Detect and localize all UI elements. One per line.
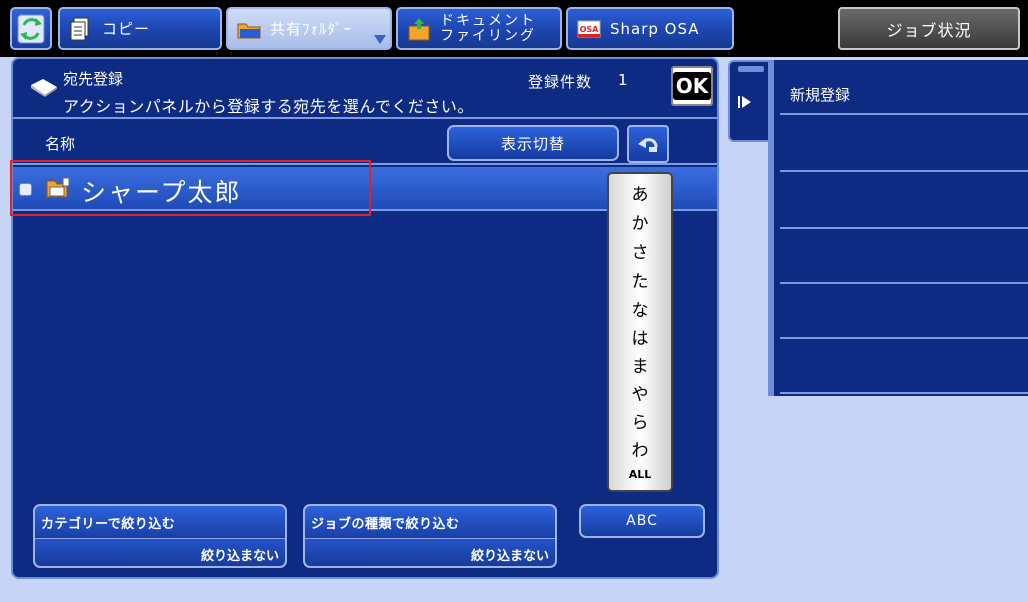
registration-count-label: 登録件数 [528, 73, 593, 91]
job-type-filter-button[interactable]: ジョブの種類で絞り込む 絞り込まない [303, 504, 557, 568]
display-switch-button[interactable]: 表示切替 [447, 125, 619, 161]
tab-document-filing-line1: ドキュメント [440, 12, 536, 29]
kana-index-item[interactable]: た [609, 267, 671, 292]
kana-index-item[interactable]: わ [609, 436, 671, 461]
tab-document-filing-label: ドキュメント ファイリング [440, 12, 536, 44]
ok-label: OK [672, 72, 712, 100]
panel-header: 宛先登録 アクションパネルから登録する宛先を選んでください。 登録件数 1 OK [13, 59, 717, 119]
kana-index-item[interactable]: あ [609, 180, 671, 205]
svg-text:OSA: OSA [580, 25, 600, 34]
kana-index-item[interactable]: か [609, 209, 671, 234]
address-book-icon [31, 79, 57, 97]
kana-index-item[interactable]: や [609, 380, 671, 405]
undo-arrow-icon [638, 138, 658, 152]
copy-icon [70, 17, 89, 40]
tab-document-filing[interactable]: ドキュメント ファイリング [396, 7, 562, 50]
action-new-registration[interactable]: 新規登録 [780, 60, 1028, 115]
top-bar: コピー 共有ﾌｫﾙﾀﾞｰ ドキュメント ファイリング OSA Sharp OSA … [0, 0, 1028, 57]
kana-index-item[interactable]: な [609, 296, 671, 321]
tab-sharp-osa-label: Sharp OSA [610, 19, 700, 38]
kana-index-item[interactable]: ま [609, 352, 671, 377]
tab-copy-label: コピー [102, 20, 151, 38]
column-name-header: 名称 [45, 135, 76, 153]
panel-grip-icon [738, 66, 764, 72]
osa-icon: OSA [577, 20, 601, 37]
ok-button[interactable]: OK [671, 66, 713, 106]
tab-shared-folder[interactable]: 共有ﾌｫﾙﾀﾞｰ [226, 7, 392, 50]
dropdown-triangle-icon [374, 35, 386, 44]
refresh-home-icon [17, 14, 45, 44]
abc-index-button[interactable]: ABC [579, 504, 705, 538]
action-item [780, 174, 1028, 229]
tab-shared-folder-label: 共有ﾌｫﾙﾀﾞｰ [270, 20, 353, 38]
kana-index-item[interactable]: さ [609, 238, 671, 263]
tab-document-filing-line2: ファイリング [440, 27, 536, 44]
action-panel: 新規登録 [768, 60, 1028, 396]
kana-index-item[interactable]: は [609, 324, 671, 349]
kana-index-item[interactable]: ら [609, 408, 671, 433]
action-panel-toggle[interactable] [728, 60, 770, 142]
action-item [780, 284, 1028, 339]
shared-folder-icon [237, 23, 261, 38]
back-button[interactable] [627, 125, 669, 163]
tab-copy[interactable]: コピー [58, 7, 222, 50]
category-filter-button[interactable]: カテゴリーで絞り込む 絞り込まない [33, 504, 287, 568]
action-item [780, 339, 1028, 394]
job-type-filter-label: ジョブの種類で絞り込む [305, 506, 555, 538]
address-registration-panel: 宛先登録 アクションパネルから登録する宛先を選んでください。 登録件数 1 OK… [11, 57, 719, 579]
tab-sharp-osa[interactable]: OSA Sharp OSA [566, 7, 734, 50]
kana-index-bar[interactable]: あ か さ た な は ま や ら わ ALL [607, 172, 673, 492]
expand-bar-icon [738, 96, 740, 108]
page-title: 宛先登録 [63, 70, 124, 88]
registration-count-value: 1 [618, 71, 628, 89]
kana-index-all[interactable]: ALL [609, 468, 671, 481]
home-button[interactable] [10, 7, 52, 50]
job-type-filter-value: 絞り込まない [305, 538, 555, 566]
category-filter-value: 絞り込まない [35, 538, 285, 566]
expand-arrow-icon [742, 96, 751, 108]
action-item [780, 229, 1028, 284]
action-item [780, 117, 1028, 172]
list-column-header: 名称 表示切替 [13, 121, 717, 165]
selection-highlight-box [10, 160, 371, 216]
instruction-message: アクションパネルから登録する宛先を選んでください。 [63, 97, 474, 116]
document-filing-icon [408, 17, 430, 40]
category-filter-label: カテゴリーで絞り込む [35, 506, 285, 538]
job-status-button[interactable]: ジョブ状況 [838, 7, 1020, 50]
